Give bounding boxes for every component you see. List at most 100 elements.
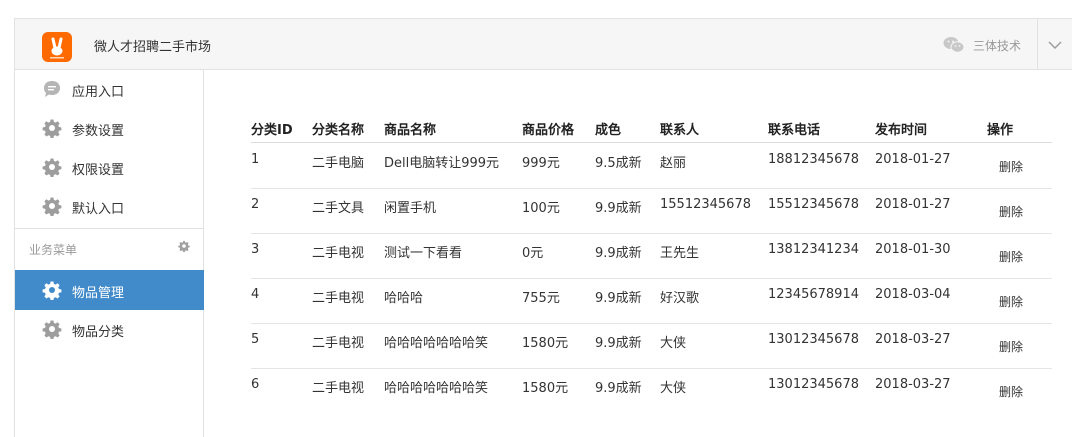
cell-publish-time: 2018-01-27	[875, 152, 951, 167]
table-row: 6 二手电视 哈哈哈哈哈哈哈笑 1580元 9.9成新 大侠 130123456…	[251, 369, 1052, 414]
sidebar-item-goods-category[interactable]: 物品分类	[15, 310, 204, 349]
app-title: 微人才招聘二手市场	[94, 40, 212, 55]
cell-category-id: 4	[251, 287, 260, 302]
cell-goods-name: 闲置手机	[384, 201, 437, 216]
cell-condition: 9.9成新	[595, 246, 642, 261]
table-row: 4 二手电视 哈哈哈 755元 9.9成新 好汉歌 12345678914 20…	[251, 279, 1052, 324]
cell-condition: 9.9成新	[595, 381, 642, 396]
column-header-category-id: 分类ID	[251, 123, 293, 138]
column-header-publish-time: 发布时间	[875, 123, 928, 138]
table-row: 5 二手电视 哈哈哈哈哈哈哈笑 1580元 9.9成新 大侠 130123456…	[251, 324, 1052, 369]
cell-condition: 9.9成新	[595, 336, 642, 351]
cell-price: 100元	[522, 201, 560, 216]
column-header-condition: 成色	[595, 123, 622, 138]
cell-contact: 大侠	[660, 381, 687, 396]
sidebar-item-label: 默认入口	[72, 202, 125, 217]
table-row: 2 二手文具 闲置手机 100元 9.9成新 15512345678 15512…	[251, 189, 1052, 234]
sidebar-item-app-entry[interactable]: 应用入口	[15, 70, 204, 109]
sidebar-item-label: 物品分类	[72, 325, 125, 340]
cell-publish-time: 2018-01-30	[875, 242, 951, 257]
table-row: 1 二手电脑 Dell电脑转让999元 999元 9.5成新 赵丽 188123…	[251, 144, 1052, 189]
cell-category-name: 二手电视	[312, 246, 365, 261]
sidebar-item-goods-management[interactable]: 物品管理	[15, 270, 204, 310]
sidebar-group-title: 业务菜单	[29, 243, 78, 257]
delete-button[interactable]: 删除	[999, 338, 1023, 355]
gear-icon[interactable]	[178, 240, 190, 252]
cell-phone: 18812345678	[768, 152, 859, 167]
delete-button[interactable]: 删除	[999, 158, 1023, 175]
top-header: 微人才招聘二手市场 三体技术	[15, 19, 1072, 70]
header-divider	[1037, 19, 1038, 70]
cell-price: 999元	[522, 156, 560, 171]
cell-contact: 大侠	[660, 336, 687, 351]
cell-condition: 9.9成新	[595, 201, 642, 216]
cell-goods-name: Dell电脑转让999元	[384, 156, 500, 171]
cell-phone: 13012345678	[768, 377, 859, 392]
cell-contact: 好汉歌	[660, 291, 700, 306]
cell-category-name: 二手电视	[312, 381, 365, 396]
chevron-down-icon[interactable]	[1045, 35, 1065, 55]
sidebar-item-default-entry[interactable]: 默认入口	[15, 187, 204, 226]
sidebar-item-label: 物品管理	[72, 286, 125, 301]
sidebar-divider	[15, 228, 204, 229]
cell-price: 1580元	[522, 336, 569, 351]
column-header-phone: 联系电话	[768, 123, 821, 138]
delete-button[interactable]: 删除	[999, 203, 1023, 220]
app-frame: 微人才招聘二手市场 三体技术 应用入口 参数设置 权限设置 默认入口 业务菜单 …	[14, 18, 1072, 437]
column-header-category-name: 分类名称	[312, 123, 365, 138]
cell-category-id: 2	[251, 197, 260, 212]
gear-icon	[42, 320, 62, 339]
cell-condition: 9.9成新	[595, 291, 642, 306]
column-header-contact: 联系人	[660, 123, 700, 138]
cell-category-name: 二手电视	[312, 291, 365, 306]
wechat-icon[interactable]	[943, 36, 965, 54]
delete-button[interactable]: 删除	[999, 293, 1023, 310]
cell-category-id: 5	[251, 332, 260, 347]
cell-category-id: 1	[251, 152, 260, 167]
cell-goods-name: 哈哈哈哈哈哈哈笑	[384, 336, 489, 351]
cell-category-name: 二手电视	[312, 336, 365, 351]
cell-goods-name: 测试一下看看	[384, 246, 463, 261]
cell-contact: 15512345678	[660, 197, 751, 212]
cell-publish-time: 2018-01-27	[875, 197, 951, 212]
gear-icon	[42, 158, 62, 177]
sidebar-item-params[interactable]: 参数设置	[15, 109, 204, 148]
column-header-actions: 操作	[987, 123, 1014, 138]
cell-publish-time: 2018-03-04	[875, 287, 951, 302]
cell-publish-time: 2018-03-27	[875, 377, 951, 392]
cell-category-id: 6	[251, 377, 260, 392]
cell-publish-time: 2018-03-27	[875, 332, 951, 347]
column-header-goods-name: 商品名称	[384, 123, 437, 138]
account-name[interactable]: 三体技术	[973, 37, 1021, 54]
cell-goods-name: 哈哈哈哈哈哈哈笑	[384, 381, 489, 396]
sidebar-item-permissions[interactable]: 权限设置	[15, 148, 204, 187]
table-row: 3 二手电视 测试一下看看 0元 9.9成新 王先生 13812341234 2…	[251, 234, 1052, 279]
cell-phone: 12345678914	[768, 287, 859, 302]
cell-price: 755元	[522, 291, 560, 306]
cell-category-id: 3	[251, 242, 260, 257]
cell-phone: 13812341234	[768, 242, 859, 257]
cell-category-name: 二手文具	[312, 201, 365, 216]
cell-price: 0元	[522, 246, 544, 261]
cell-goods-name: 哈哈哈	[384, 291, 424, 306]
cell-price: 1580元	[522, 381, 569, 396]
cell-phone: 13012345678	[768, 332, 859, 347]
cell-contact: 王先生	[660, 246, 700, 261]
chat-bubble-icon	[44, 81, 60, 97]
cell-category-name: 二手电脑	[312, 156, 365, 171]
delete-button[interactable]: 删除	[999, 248, 1023, 265]
cell-condition: 9.5成新	[595, 156, 642, 171]
sidebar-item-label: 权限设置	[72, 163, 125, 178]
gear-icon	[42, 119, 62, 138]
peace-hand-icon[interactable]	[42, 32, 72, 62]
gear-icon	[42, 197, 62, 216]
sidebar-item-label: 参数设置	[72, 124, 125, 139]
table-header: 分类ID 分类名称 商品名称 商品价格 成色 联系人 联系电话 发布时间 操作	[251, 117, 1052, 143]
sidebar-item-label: 应用入口	[72, 85, 125, 100]
delete-button[interactable]: 删除	[999, 383, 1023, 400]
cell-phone: 15512345678	[768, 197, 859, 212]
column-header-price: 商品价格	[522, 123, 575, 138]
gear-icon	[42, 281, 62, 300]
sidebar: 应用入口 参数设置 权限设置 默认入口 业务菜单 物品管理 物品分类	[15, 70, 204, 437]
cell-contact: 赵丽	[660, 156, 687, 171]
